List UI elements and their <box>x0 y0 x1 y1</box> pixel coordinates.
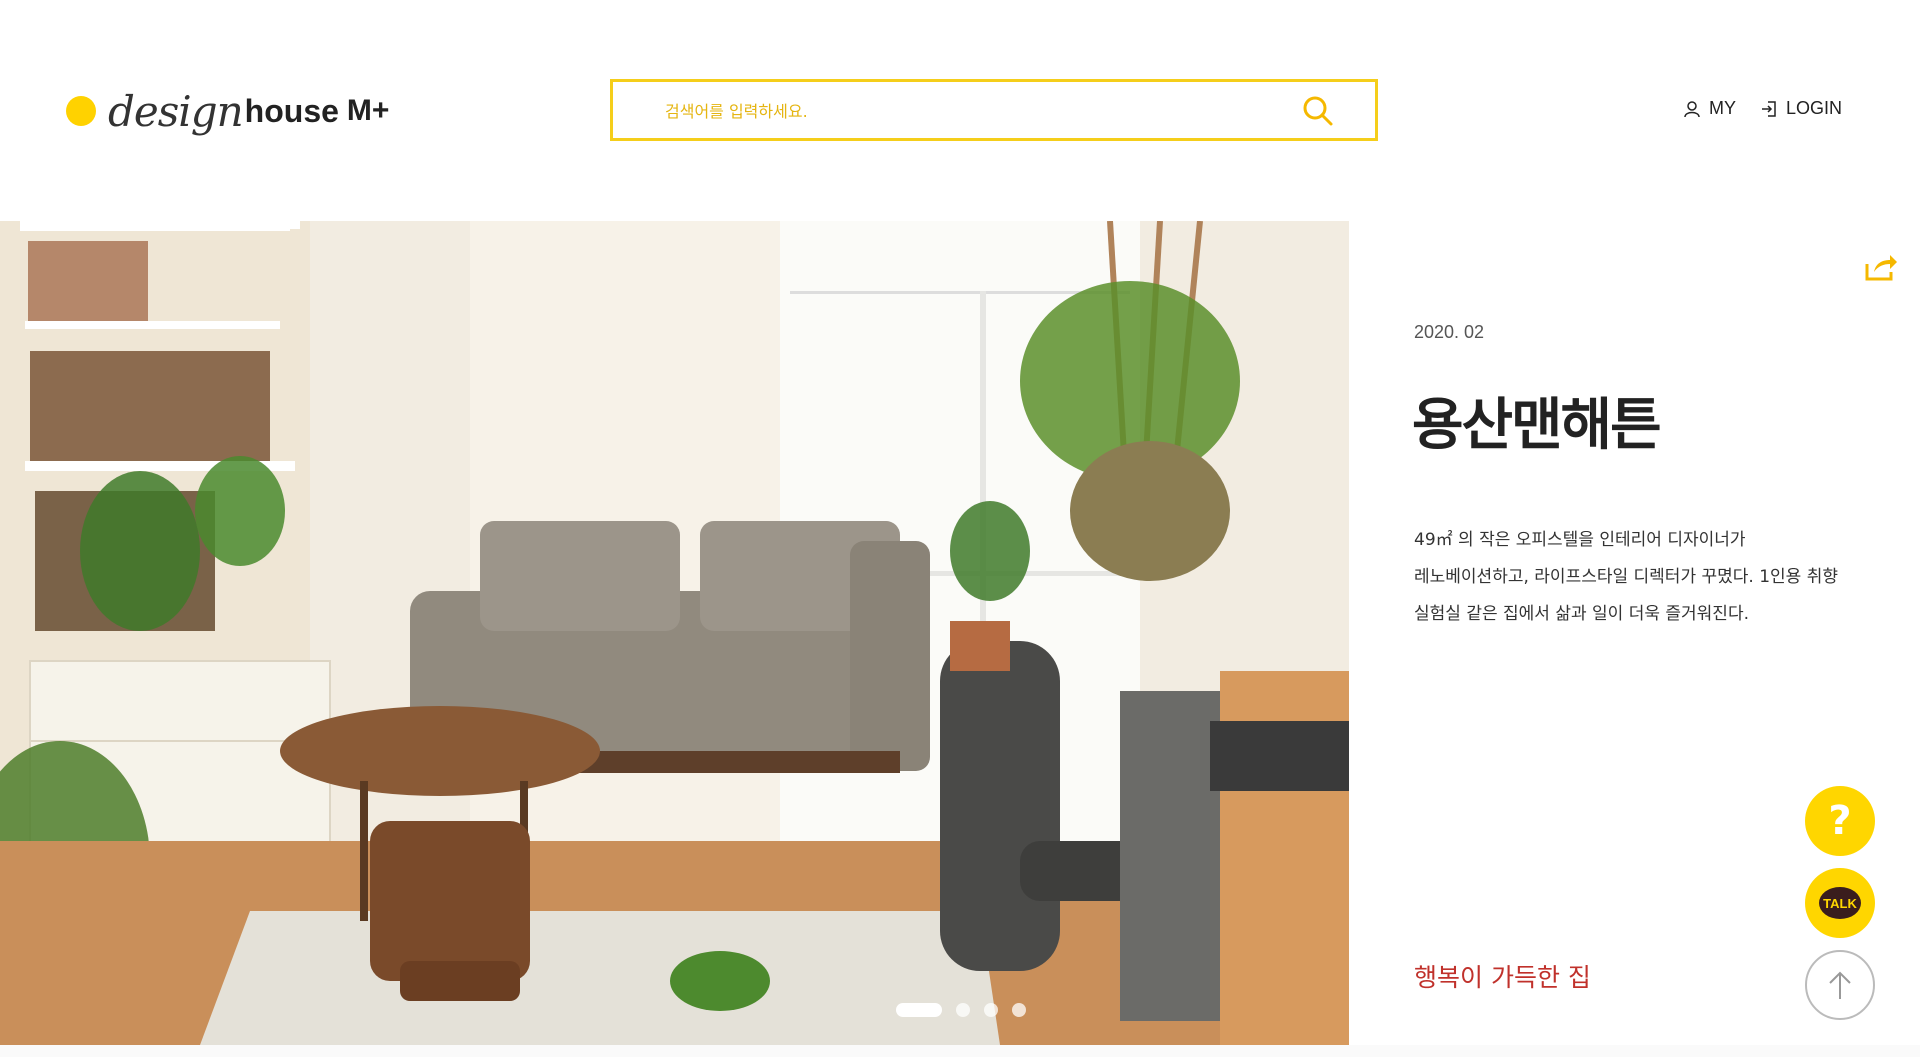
top-nav: MY LOGIN <box>1683 98 1842 119</box>
search-box <box>610 79 1378 141</box>
kakao-talk-button[interactable]: TALK <box>1805 868 1875 938</box>
my-label: MY <box>1708 98 1736 118</box>
search-icon[interactable] <box>1301 94 1335 128</box>
slider-dot-3[interactable] <box>984 1003 998 1017</box>
slider-dots <box>896 1003 1026 1017</box>
login-label: LOGIN <box>1785 98 1842 118</box>
logo-text-house: house <box>244 92 339 129</box>
site-logo[interactable]: design house M+ <box>66 86 389 136</box>
slider-dot-1[interactable] <box>896 1003 942 1017</box>
slider-dot-2[interactable] <box>956 1003 970 1017</box>
help-button[interactable]: ? <box>1805 786 1875 856</box>
room-photo <box>0 221 1349 1045</box>
arrow-up-icon <box>1829 971 1851 999</box>
article-date: 2020. 02 <box>1414 322 1485 342</box>
search-input[interactable] <box>663 96 1267 126</box>
login-link[interactable]: LOGIN <box>1760 98 1842 119</box>
article-title[interactable]: 용산맨해튼 <box>1412 380 1662 461</box>
share-icon[interactable] <box>1864 252 1898 282</box>
my-link[interactable]: MY <box>1683 98 1736 119</box>
talk-icon: TALK <box>1819 887 1861 919</box>
question-icon: ? <box>1828 798 1852 844</box>
magazine-tag[interactable]: 행복이 가득한 집 <box>1414 958 1591 994</box>
article-description: 49㎡ 의 작은 오피스텔을 인테리어 디자이너가 레노베이션하고, 라이프스타… <box>1414 530 1839 624</box>
scroll-top-button[interactable] <box>1805 950 1875 1020</box>
hero-image[interactable] <box>0 221 1349 1045</box>
login-icon <box>1761 100 1776 117</box>
bottom-divider <box>0 1045 1920 1057</box>
logo-text-mplus: M+ <box>346 94 390 127</box>
slider-dot-4[interactable] <box>1012 1003 1026 1017</box>
logo-text-design: design <box>108 86 244 136</box>
person-icon <box>1684 100 1700 117</box>
logo-dot-icon <box>66 96 96 126</box>
